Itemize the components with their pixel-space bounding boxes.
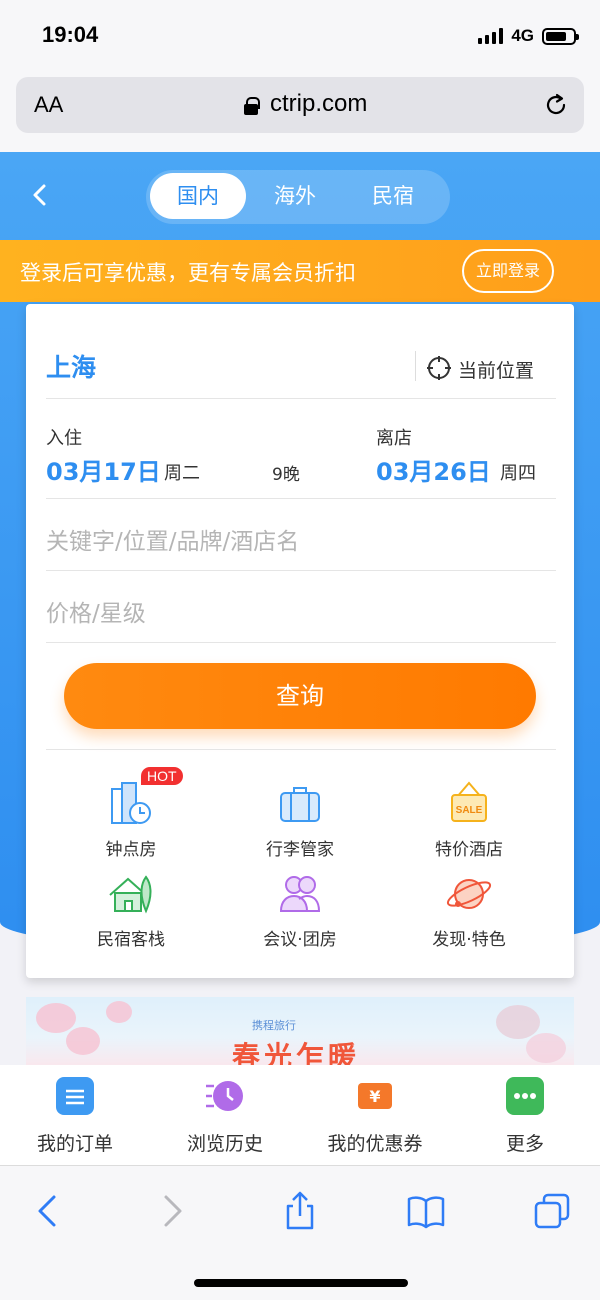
nights-count: 9晚 — [272, 465, 300, 485]
coupon-icon: ¥ — [356, 1077, 394, 1115]
nav-history[interactable]: 浏览历史 — [150, 1077, 300, 1156]
petal-decoration — [526, 1033, 566, 1063]
address-bar[interactable]: AA ctrip.com — [16, 77, 584, 133]
region-tabs: 国内 海外 民宿 — [146, 170, 450, 224]
feature-label: 发现·特色 — [432, 930, 506, 950]
city-selector[interactable]: 上海 — [46, 348, 96, 384]
login-promo-banner: 登录后可享优惠，更有专属会员折扣 立即登录 — [0, 240, 600, 302]
status-bar: 19:04 4G — [0, 0, 600, 72]
current-location-button[interactable]: 当前位置 — [458, 356, 534, 383]
bookmarks-icon[interactable] — [406, 1191, 446, 1231]
tabs-icon[interactable] — [532, 1191, 572, 1231]
keyword-input[interactable]: 关键字/位置/品牌/酒店名 — [46, 522, 299, 556]
feature-homestay[interactable]: 民宿客栈 — [56, 869, 206, 950]
nav-label: 我的订单 — [36, 1133, 113, 1155]
tab-homestay[interactable]: 民宿 — [344, 173, 442, 219]
petal-decoration — [36, 1003, 76, 1033]
nav-coupons[interactable]: ¥ 我的优惠券 — [300, 1077, 450, 1156]
lock-icon — [244, 97, 260, 115]
quick-nav-bar: 我的订单 浏览历史 ¥ 我的优惠券 更多 — [0, 1065, 600, 1165]
text-size-button[interactable]: AA — [34, 92, 63, 118]
orders-icon — [56, 1077, 94, 1115]
petal-decoration — [496, 1005, 540, 1039]
divider — [46, 749, 556, 750]
feature-label: 钟点房 — [105, 840, 157, 860]
nav-my-orders[interactable]: 我的订单 — [0, 1077, 150, 1156]
network-type: 4G — [511, 26, 534, 45]
promo-ad-banner[interactable]: 携程旅行 春光乍暖 — [26, 997, 574, 1065]
petal-decoration — [66, 1027, 100, 1055]
feature-label: 特价酒店 — [435, 840, 503, 860]
url-text[interactable]: ctrip.com — [270, 90, 367, 118]
hourly-room-icon: HOT — [106, 767, 183, 829]
nav-label: 更多 — [505, 1133, 544, 1155]
tab-domestic[interactable]: 国内 — [150, 173, 246, 219]
price-star-input[interactable]: 价格/星级 — [46, 594, 146, 628]
feature-hourly-room[interactable]: HOT 钟点房 — [56, 767, 206, 860]
ad-title: 春光乍暖 — [232, 1040, 361, 1065]
locate-icon[interactable] — [426, 355, 452, 381]
checkout-label: 离店 — [376, 428, 412, 449]
planet-icon — [444, 869, 494, 919]
nav-label: 我的优惠券 — [327, 1133, 423, 1155]
hot-badge: HOT — [141, 767, 183, 785]
homestay-house-icon — [106, 869, 156, 919]
checkin-weekday: 周二 — [164, 463, 200, 484]
luggage-icon — [275, 779, 325, 829]
battery-icon — [542, 27, 579, 45]
checkout-date[interactable]: 03月26日 — [376, 452, 491, 487]
signal-icon — [478, 28, 504, 44]
reload-icon[interactable] — [542, 91, 570, 119]
tab-overseas[interactable]: 海外 — [246, 173, 344, 219]
svg-text:SALE: SALE — [456, 805, 483, 816]
history-icon — [206, 1077, 244, 1115]
hotel-search-card: 上海 当前位置 入住 03月17日 周二 9晚 离店 03月26日 周四 关键字… — [26, 304, 574, 978]
group-people-icon — [275, 869, 325, 919]
browser-forward-icon[interactable] — [152, 1191, 192, 1231]
divider — [46, 570, 556, 571]
nav-label: 浏览历史 — [186, 1133, 263, 1155]
checkin-label: 入住 — [46, 428, 82, 449]
back-icon[interactable] — [28, 183, 52, 207]
feature-label: 行李管家 — [266, 840, 334, 860]
divider — [415, 351, 416, 381]
petal-decoration — [106, 1001, 132, 1023]
browser-address-area: AA ctrip.com — [0, 72, 600, 152]
sale-tag-icon: SALE — [444, 779, 494, 829]
search-button[interactable]: 查询 — [64, 663, 536, 729]
checkin-date[interactable]: 03月17日 — [46, 452, 161, 487]
checkout-weekday: 周四 — [500, 463, 536, 484]
browser-back-icon[interactable] — [28, 1191, 68, 1231]
divider — [46, 498, 556, 499]
login-button[interactable]: 立即登录 — [462, 249, 554, 293]
feature-label: 民宿客栈 — [97, 930, 165, 950]
feature-meeting-group[interactable]: 会议·团房 — [225, 869, 375, 950]
status-indicators: 4G — [478, 26, 579, 46]
status-time: 19:04 — [42, 22, 99, 47]
feature-sale-hotel[interactable]: SALE 特价酒店 — [394, 779, 544, 860]
divider — [46, 398, 556, 399]
nav-more[interactable]: 更多 — [450, 1077, 600, 1156]
divider — [46, 642, 556, 643]
promo-text: 登录后可享优惠，更有专属会员折扣 — [20, 261, 356, 285]
ad-brand: 携程旅行 — [252, 1019, 296, 1032]
feature-label: 会议·团房 — [263, 930, 337, 950]
share-icon[interactable] — [280, 1191, 320, 1231]
more-icon — [506, 1077, 544, 1115]
feature-discover[interactable]: 发现·特色 — [394, 869, 544, 950]
svg-text:¥: ¥ — [369, 1087, 380, 1106]
home-indicator — [194, 1279, 408, 1287]
feature-luggage[interactable]: 行李管家 — [225, 779, 375, 860]
